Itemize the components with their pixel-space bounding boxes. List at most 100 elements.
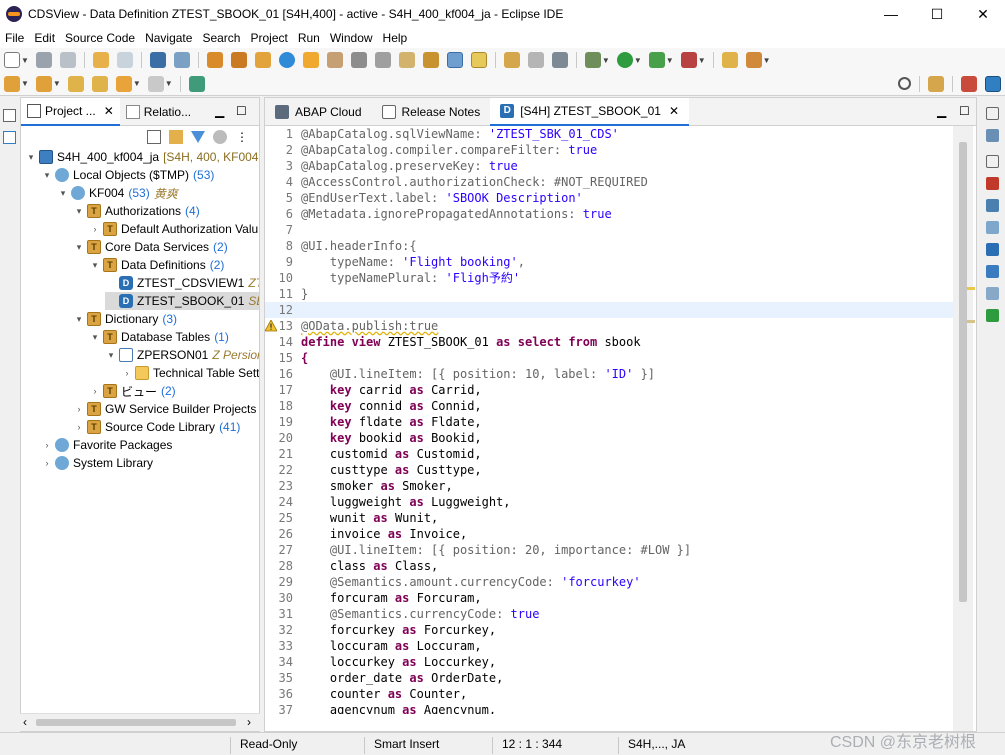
chevron-right-icon[interactable]: › [41, 440, 53, 450]
minimize-icon[interactable]: ▁ [215, 104, 224, 118]
tree-item[interactable]: D ZTEST_SBOOK_01SBo [105, 292, 259, 310]
code-line[interactable]: 23 smoker as Smoker, [265, 478, 955, 494]
bookmarks-view-icon[interactable] [986, 243, 999, 256]
menu-help[interactable]: Help [378, 31, 413, 45]
chevron-down-icon[interactable]: ▾ [73, 206, 85, 217]
occurrence-marker[interactable] [967, 320, 975, 323]
restore-icon[interactable] [3, 109, 16, 122]
format-icon[interactable] [422, 52, 439, 68]
save-icon[interactable] [35, 52, 52, 68]
code-line[interactable]: 13 @OData.publish:true [265, 318, 955, 334]
pin-editor-icon[interactable] [188, 75, 205, 92]
forward-icon[interactable] [147, 75, 164, 92]
chevron-down-icon[interactable]: ▼ [165, 79, 173, 88]
link-disabled-icon[interactable] [116, 52, 133, 68]
menu-search[interactable]: Search [197, 31, 245, 45]
tree-item[interactable]: › System Library [41, 454, 153, 472]
chevron-down-icon[interactable]: ▼ [21, 56, 29, 65]
last-edit-icon[interactable] [67, 75, 84, 92]
chevron-left-icon[interactable]: ‹ [23, 715, 27, 729]
search-icon[interactable] [898, 77, 911, 90]
tree-item[interactable]: ▾ T Dictionary (3) [73, 310, 177, 328]
chevron-right-icon[interactable]: › [247, 715, 251, 729]
java-perspective-icon[interactable] [985, 75, 1001, 92]
close-icon[interactable]: ✕ [669, 104, 679, 118]
menu-file[interactable]: File [0, 31, 29, 45]
sync-icon[interactable] [254, 52, 271, 68]
filter-icon[interactable] [191, 131, 205, 143]
code-line[interactable]: 21 customid as Customid, [265, 446, 955, 462]
back-icon[interactable] [115, 75, 132, 92]
check-icon[interactable] [278, 52, 295, 68]
chevron-down-icon[interactable]: ▼ [133, 79, 141, 88]
tree-item[interactable]: › Favorite Packages [41, 436, 172, 454]
code-editor[interactable]: 1 @AbapCatalog.sqlViewName: 'ZTEST_SBK_01… [265, 126, 955, 714]
tab-relations[interactable]: Relatio... [120, 98, 197, 126]
open-folder-icon[interactable] [721, 52, 738, 68]
code-line[interactable]: 30 forcuram as Forcuram, [265, 590, 955, 606]
maximize-icon[interactable]: ☐ [236, 104, 247, 118]
code-line[interactable]: 8 @UI.headerInfo:{ [265, 238, 955, 254]
code-line[interactable]: 17 key carrid as Carrid, [265, 382, 955, 398]
code-line[interactable]: 37 agencynum as Agencynum, [265, 702, 955, 714]
tree-item[interactable]: ▾ T Authorizations (4) [73, 202, 200, 220]
code-line[interactable]: 20 key bookid as Bookid, [265, 430, 955, 446]
view-menu-icon[interactable]: ⋮ [235, 130, 249, 144]
templates-view-icon[interactable] [986, 221, 999, 234]
task-view-icon[interactable] [986, 309, 999, 322]
warning-marker[interactable] [967, 287, 975, 290]
menu-run[interactable]: Run [293, 31, 325, 45]
outline-icon[interactable] [503, 52, 520, 68]
problems-view-icon[interactable] [986, 177, 999, 190]
chevron-down-icon[interactable]: ▼ [602, 56, 610, 65]
status-system[interactable]: S4H,..., JA [628, 737, 685, 751]
tree-item[interactable]: › T ビュー (2) [89, 382, 176, 400]
status-insert-mode[interactable]: Smart Insert [374, 737, 439, 751]
tab-abap-cloud[interactable]: ABAP Cloud [265, 98, 372, 126]
tree-item[interactable]: › Technical Table Setti [121, 364, 259, 382]
code-line[interactable]: 9 typeName: 'Flight booking', [265, 254, 955, 270]
chevron-down-icon[interactable]: ▾ [73, 314, 85, 325]
code-line[interactable]: 7 [265, 222, 955, 238]
chevron-down-icon[interactable]: ▼ [21, 79, 29, 88]
code-line[interactable]: 28 class as Class, [265, 558, 955, 574]
stop-icon[interactable] [680, 52, 697, 68]
code-line[interactable]: 32 forcurkey as Forcurkey, [265, 622, 955, 638]
chevron-right-icon[interactable]: › [73, 422, 85, 432]
tree-item[interactable]: ▾ ZPERSON01 Z Persion [105, 346, 259, 364]
chevron-down-icon[interactable]: ▾ [73, 242, 85, 253]
highlight-icon[interactable] [446, 52, 463, 68]
console-icon[interactable] [149, 52, 166, 68]
transport-view-icon[interactable] [986, 287, 999, 300]
code-line[interactable]: 36 counter as Counter, [265, 686, 955, 702]
chevron-right-icon[interactable]: › [89, 224, 101, 234]
chevron-down-icon[interactable]: ▾ [25, 152, 37, 163]
code-line[interactable]: 11} [265, 286, 955, 302]
minimize-icon[interactable]: ▁ [937, 104, 946, 118]
chevron-right-icon[interactable]: › [89, 386, 101, 396]
outline-view-icon[interactable] [986, 129, 999, 142]
code-line[interactable]: 5 @EndUserText.label: 'SBOOK Description' [265, 190, 955, 206]
code-line[interactable]: 1 @AbapCatalog.sqlViewName: 'ZTEST_SBK_01… [265, 126, 955, 142]
chevron-down-icon[interactable]: ▼ [698, 56, 706, 65]
chevron-down-icon[interactable]: ▾ [89, 332, 101, 343]
chevron-down-icon[interactable]: ▾ [57, 188, 69, 199]
code-line[interactable]: 29 @Semantics.amount.currencyCode: 'forc… [265, 574, 955, 590]
restore-icon[interactable] [986, 155, 999, 168]
code-line[interactable]: 3 @AbapCatalog.preserveKey: true [265, 158, 955, 174]
code-line[interactable]: 34 loccurkey as Loccurkey, [265, 654, 955, 670]
close-icon[interactable]: ✕ [104, 104, 114, 118]
tree-item[interactable]: ▾ KF004 (53) 黄爽 [57, 184, 178, 202]
hierarchy-icon[interactable] [3, 131, 16, 144]
chevron-right-icon[interactable]: › [73, 404, 85, 414]
code-line[interactable]: 14 define view ZTEST_SBOOK_01 as select f… [265, 334, 955, 350]
code-line[interactable]: 12 [265, 302, 955, 318]
code-line[interactable]: 22 custtype as Custtype, [265, 462, 955, 478]
code-line[interactable]: 15 { [265, 350, 955, 366]
external-tool-icon[interactable] [745, 52, 762, 68]
activate-icon[interactable] [302, 52, 319, 68]
warning-icon[interactable] [265, 319, 278, 332]
run-icon[interactable] [616, 52, 633, 68]
chevron-right-icon[interactable]: › [41, 458, 53, 468]
code-line[interactable]: 2 @AbapCatalog.compiler.compareFilter: tr… [265, 142, 955, 158]
